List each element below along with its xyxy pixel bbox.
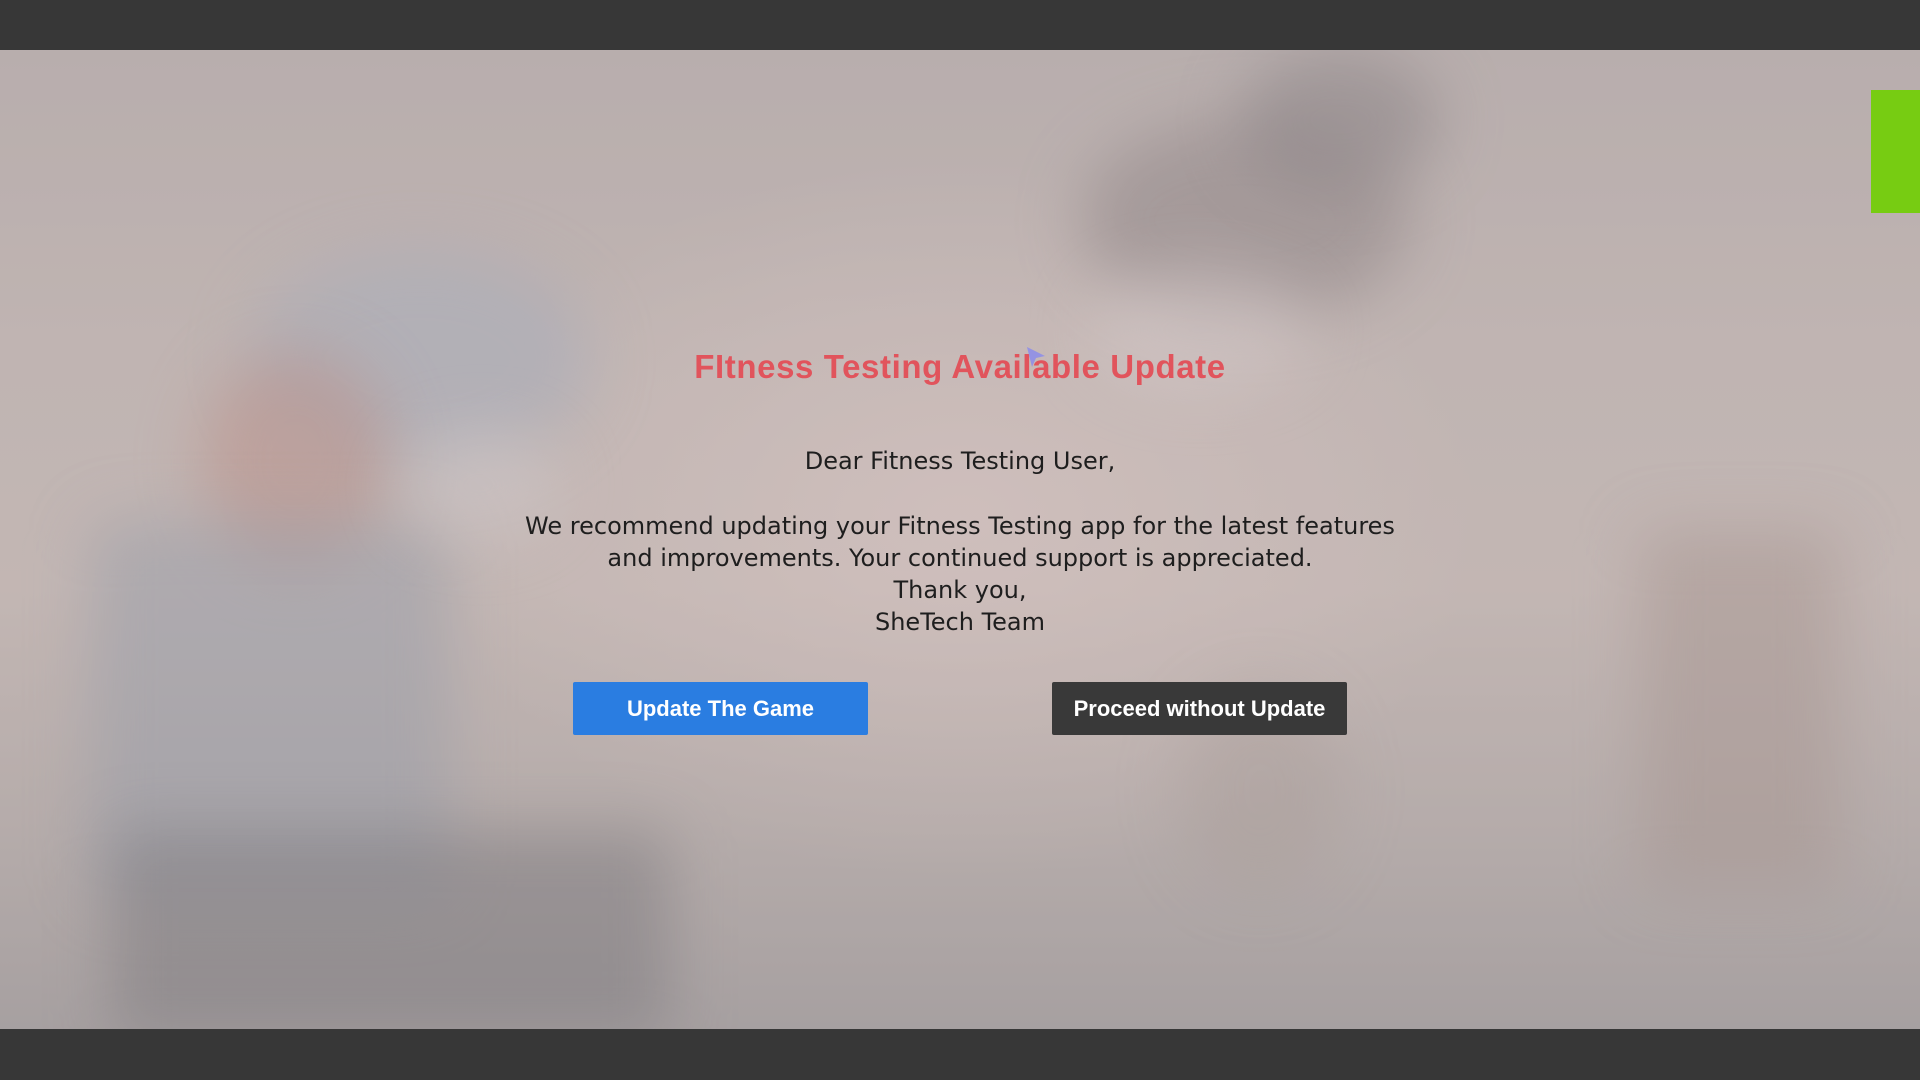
bottom-letterbox-bar xyxy=(0,1029,1920,1080)
message-line: We recommend updating your Fitness Testi… xyxy=(525,512,1395,540)
message-line: and improvements. Your continued support… xyxy=(607,544,1313,572)
proceed-without-update-button[interactable]: Proceed without Update xyxy=(1052,682,1347,735)
top-letterbox-bar xyxy=(0,0,1920,50)
dialog-greeting: Dear Fitness Testing User, xyxy=(804,447,1116,475)
cursor-pointer-icon xyxy=(1027,347,1045,367)
update-dialog: FItness Testing Available Update Dear Fi… xyxy=(460,330,1460,750)
dialog-title: FItness Testing Available Update xyxy=(694,348,1226,385)
update-game-button[interactable]: Update The Game xyxy=(573,682,868,735)
message-line: SheTech Team xyxy=(874,608,1046,636)
side-tab[interactable] xyxy=(1871,90,1920,213)
dialog-message: We recommend updating your Fitness Testi… xyxy=(460,510,1460,638)
message-line: Thank you, xyxy=(893,576,1027,604)
